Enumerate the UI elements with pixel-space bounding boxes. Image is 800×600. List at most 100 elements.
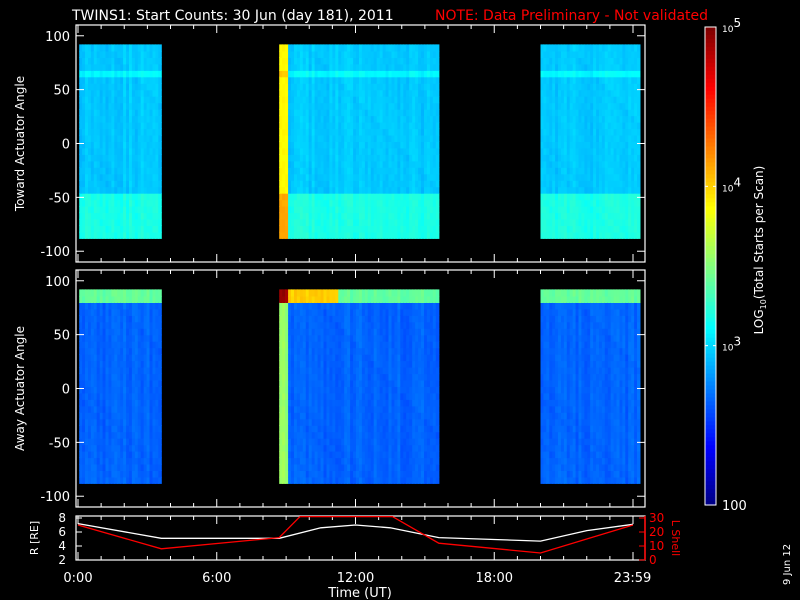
heatmap-cell (96, 302, 101, 310)
heatmap-cell (616, 147, 620, 155)
heatmap-cell (105, 379, 109, 387)
heatmap-cell (149, 470, 153, 478)
heatmap-cell (149, 134, 153, 142)
heatmap-cell (604, 76, 609, 84)
heatmap-cell (158, 89, 162, 97)
heatmap-cell (158, 367, 162, 375)
heatmap-cell (149, 405, 153, 413)
heatmap-cell (604, 83, 609, 91)
heatmap-cell (131, 476, 136, 484)
heatmap-cell (628, 115, 632, 123)
heatmap-cell (569, 109, 574, 117)
heatmap-cell (546, 186, 550, 194)
heatmap-cell (616, 218, 620, 226)
heatmap-cell (558, 70, 562, 78)
heatmap-cell (114, 444, 118, 452)
heatmap-cell (637, 206, 641, 214)
heatmap-cell (637, 160, 641, 168)
heatmap-cell (96, 438, 101, 446)
heatmap-cell (628, 180, 632, 188)
heatmap-cell (123, 405, 127, 413)
heatmap-cell (105, 425, 109, 433)
heatmap-cell (96, 70, 101, 78)
heatmap-cell (637, 225, 641, 233)
heatmap-cell (546, 50, 550, 58)
heatmap-cell (140, 405, 145, 413)
heatmap-cell (158, 147, 162, 155)
heatmap-cell (123, 70, 127, 78)
heatmap-cell (114, 328, 118, 336)
heatmap-cell (569, 218, 574, 226)
heatmap-cell (149, 463, 153, 471)
heatmap-cell (85, 386, 89, 394)
heatmap-cell (114, 341, 118, 349)
heatmap-cell (131, 225, 136, 233)
heatmap-cell (616, 225, 620, 233)
heatmap-cell (158, 57, 162, 65)
heatmap-cell (105, 360, 109, 368)
heatmap-cell (114, 405, 118, 413)
heatmap-cell (149, 295, 153, 303)
heatmap-cell (569, 128, 574, 136)
heatmap-cell (149, 109, 153, 117)
heatmap-cell (637, 50, 641, 58)
heatmap-cell (628, 141, 632, 149)
heatmap-cell (114, 154, 118, 162)
heatmap-cell (149, 180, 153, 188)
heatmap-cell (158, 96, 162, 104)
heatmap-cell (593, 186, 597, 194)
heatmap-cell (131, 451, 136, 459)
heatmap-cell (637, 89, 641, 97)
heatmap-cell (105, 218, 109, 226)
heatmap-cell (140, 128, 145, 136)
heatmap-cell (123, 83, 127, 91)
heatmap-cell (96, 167, 101, 175)
heatmap-cell (131, 76, 136, 84)
heatmap-cell (96, 399, 101, 407)
heatmap-cell (114, 379, 118, 387)
heatmap-cell (123, 354, 127, 362)
heatmap-cell (158, 167, 162, 175)
heatmap-cell (105, 63, 109, 71)
heatmap-cell (149, 83, 153, 91)
heatmap-cell (158, 302, 162, 310)
heatmap-cell (158, 360, 162, 368)
heatmap-cell (616, 212, 620, 220)
heatmap-cell (158, 173, 162, 181)
heatmap-cell (140, 193, 145, 201)
heatmap-cell (123, 173, 127, 181)
heatmap-cell (637, 102, 641, 110)
heatmap-cell (131, 334, 136, 342)
heatmap-cell (131, 321, 136, 329)
heatmap-cell (105, 128, 109, 136)
heatmap-cell (558, 231, 562, 239)
heatmap-cell (140, 386, 145, 394)
heatmap-cell (149, 444, 153, 452)
heatmap-cell (149, 360, 153, 368)
heatmap-cell (435, 102, 440, 110)
heatmap-cell (149, 412, 153, 420)
heatmap-cell (123, 89, 127, 97)
heatmap-cell (546, 109, 550, 117)
heatmap-cell (131, 122, 136, 130)
heatmap-cell (593, 102, 597, 110)
heatmap-cell (123, 115, 127, 123)
heatmap-cell (85, 122, 89, 130)
heatmap-cell (435, 63, 440, 71)
heatmap-cell (96, 360, 101, 368)
heatmap-cell (140, 50, 145, 58)
heatmap-cell (546, 122, 550, 130)
heatmap-cell (149, 386, 153, 394)
heatmap-cell (96, 444, 101, 452)
heatmap-cell (96, 147, 101, 155)
heatmap-cell (158, 109, 162, 117)
heatmap-cell (140, 463, 145, 471)
heatmap-cell (569, 186, 574, 194)
heatmap-cell (96, 225, 101, 233)
heatmap-cell (546, 57, 550, 65)
heatmap-cell (140, 470, 145, 478)
heatmap-cell (96, 392, 101, 400)
heatmap-cell (140, 334, 145, 342)
heatmap-cell (604, 154, 609, 162)
heatmap-cell (114, 193, 118, 201)
